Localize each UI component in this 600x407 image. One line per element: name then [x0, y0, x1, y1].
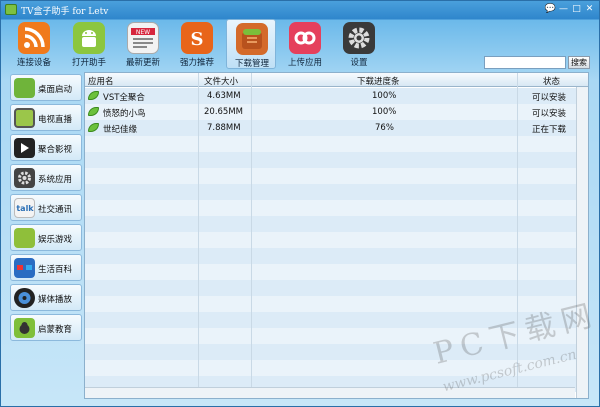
tool-download-manager[interactable]: 下载管理: [226, 19, 276, 69]
sidebar-item-media[interactable]: 媒体播放: [10, 284, 82, 311]
svg-text:S: S: [191, 29, 204, 50]
empty-row: [85, 280, 588, 296]
sidebar-item-desktop-launch[interactable]: 桌面启动: [10, 74, 82, 101]
title-bar: TV盒子助手 for Letv 💬 — □ ✕: [1, 1, 599, 18]
rss-connect-icon: [18, 22, 50, 54]
empty-row: [85, 264, 588, 280]
close-button[interactable]: ✕: [583, 3, 596, 15]
sidebar-item-life[interactable]: 生活百科: [10, 254, 82, 281]
gear-icon: [343, 22, 375, 54]
tool-settings[interactable]: 设置: [334, 19, 384, 69]
svg-text:talk: talk: [16, 204, 34, 213]
sidebar-item-education[interactable]: 启蒙教育: [10, 314, 82, 341]
search-button[interactable]: 搜索: [568, 56, 590, 69]
column-header-file-size[interactable]: 文件大小: [204, 75, 238, 87]
app-name-cell: VST全聚合: [103, 93, 145, 103]
empty-row: [85, 152, 588, 168]
recommend-icon: S: [181, 22, 213, 54]
tool-label: 强力推荐: [179, 58, 214, 68]
tool-label: 连接设备: [16, 58, 51, 68]
empty-row: [85, 136, 588, 152]
file-size-cell: 20.65MM: [204, 107, 244, 117]
talk-icon: talk: [14, 198, 35, 218]
file-size-cell: 4.63MM: [207, 91, 241, 101]
news-icon: NEW: [127, 22, 159, 54]
app-name-cell: 世纪佳缘: [103, 125, 138, 135]
sidebar-item-label: 社交通讯: [38, 205, 73, 215]
tool-label: 上传应用: [287, 58, 322, 68]
education-icon: [14, 318, 35, 338]
empty-row: [85, 232, 588, 248]
table-row[interactable]: VST全聚合 4.63MM 100% 可以安装: [85, 88, 588, 104]
column-divider: [198, 73, 199, 398]
leaf-app-icon: [88, 91, 99, 100]
table-header: 应用名 文件大小 下载进度条 状态: [85, 73, 588, 87]
empty-row: [85, 200, 588, 216]
empty-row: [85, 184, 588, 200]
app-name-cell: 愤怒的小鸟: [103, 109, 146, 119]
table-row[interactable]: 愤怒的小鸟 20.65MM 100% 可以安装: [85, 104, 588, 120]
download-basket-icon: [236, 23, 268, 55]
leaf-app-icon: [88, 107, 99, 116]
tool-recommend[interactable]: S 强力推荐: [172, 19, 222, 69]
status-cell: 正在下载: [532, 125, 567, 135]
sidebar-item-film[interactable]: 聚合影视: [10, 134, 82, 161]
svg-text:NEW: NEW: [136, 29, 150, 36]
tool-label: 下载管理: [234, 59, 269, 69]
column-divider: [251, 73, 252, 398]
sidebar-item-games[interactable]: 娱乐游戏: [10, 224, 82, 251]
leaf-app-icon: [88, 123, 99, 132]
tool-open-assistant[interactable]: 打开助手: [64, 19, 114, 69]
maximize-button[interactable]: □: [570, 3, 583, 15]
app-logo-icon: [5, 4, 17, 15]
empty-row: [85, 248, 588, 264]
tool-label: 设置: [350, 58, 368, 68]
sidebar-item-social[interactable]: talk 社交通讯: [10, 194, 82, 221]
film-icon: [14, 138, 35, 158]
sidebar-item-system-apps[interactable]: 系统应用: [10, 164, 82, 191]
gear-icon: [14, 168, 35, 188]
tool-upload-app[interactable]: 上传应用: [280, 19, 330, 69]
status-cell: 可以安装: [532, 93, 567, 103]
empty-row: [85, 216, 588, 232]
sidebar-item-label: 生活百科: [38, 265, 73, 275]
gamepad-icon: [14, 228, 35, 248]
progress-cell: 76%: [375, 123, 394, 133]
tool-label: 最新更新: [125, 58, 160, 68]
minimize-button[interactable]: —: [557, 3, 570, 15]
search-input[interactable]: [484, 56, 566, 69]
sidebar-item-label: 聚合影视: [38, 145, 73, 155]
desktop-launch-icon: [14, 78, 35, 98]
sidebar-item-label: 桌面启动: [38, 85, 73, 95]
sidebar-item-label: 电视直播: [38, 115, 73, 125]
category-sidebar: 桌面启动 电视直播 聚合影视 系统应用 talk 社交通讯 娱乐游戏 生活百科 …: [10, 72, 82, 397]
file-size-cell: 7.88MM: [207, 123, 241, 133]
column-header-status[interactable]: 状态: [543, 75, 560, 87]
progress-cell: 100%: [372, 91, 397, 101]
table-row[interactable]: 世纪佳缘 7.88MM 76% 正在下载: [85, 120, 588, 136]
window-title: TV盒子助手 for Letv: [21, 7, 109, 17]
status-cell: 可以安装: [532, 109, 567, 119]
tool-latest-updates[interactable]: NEW 最新更新: [118, 19, 168, 69]
progress-cell: 100%: [372, 107, 397, 117]
sidebar-item-tv-live[interactable]: 电视直播: [10, 104, 82, 131]
feedback-icon[interactable]: 💬: [544, 3, 557, 15]
app-window: TV盒子助手 for Letv 💬 — □ ✕ 连接设备 打开助手 NEW 最新…: [0, 0, 600, 407]
media-disc-icon: [14, 288, 35, 308]
glasses-icon: [14, 258, 35, 278]
empty-row: [85, 168, 588, 184]
tool-label: 打开助手: [71, 58, 106, 68]
android-icon: [73, 22, 105, 54]
sidebar-item-label: 娱乐游戏: [38, 235, 73, 245]
watermark: PC下载网 www.pcsoft.com.cn: [421, 297, 600, 401]
tv-icon: [14, 108, 35, 128]
sidebar-item-label: 启蒙教育: [38, 325, 73, 335]
sidebar-item-label: 系统应用: [38, 175, 73, 185]
column-header-app-name[interactable]: 应用名: [88, 75, 114, 87]
upload-icon: [289, 22, 321, 54]
column-header-progress[interactable]: 下载进度条: [357, 75, 400, 87]
sidebar-item-label: 媒体播放: [38, 295, 73, 305]
tool-connect-device[interactable]: 连接设备: [9, 19, 59, 69]
